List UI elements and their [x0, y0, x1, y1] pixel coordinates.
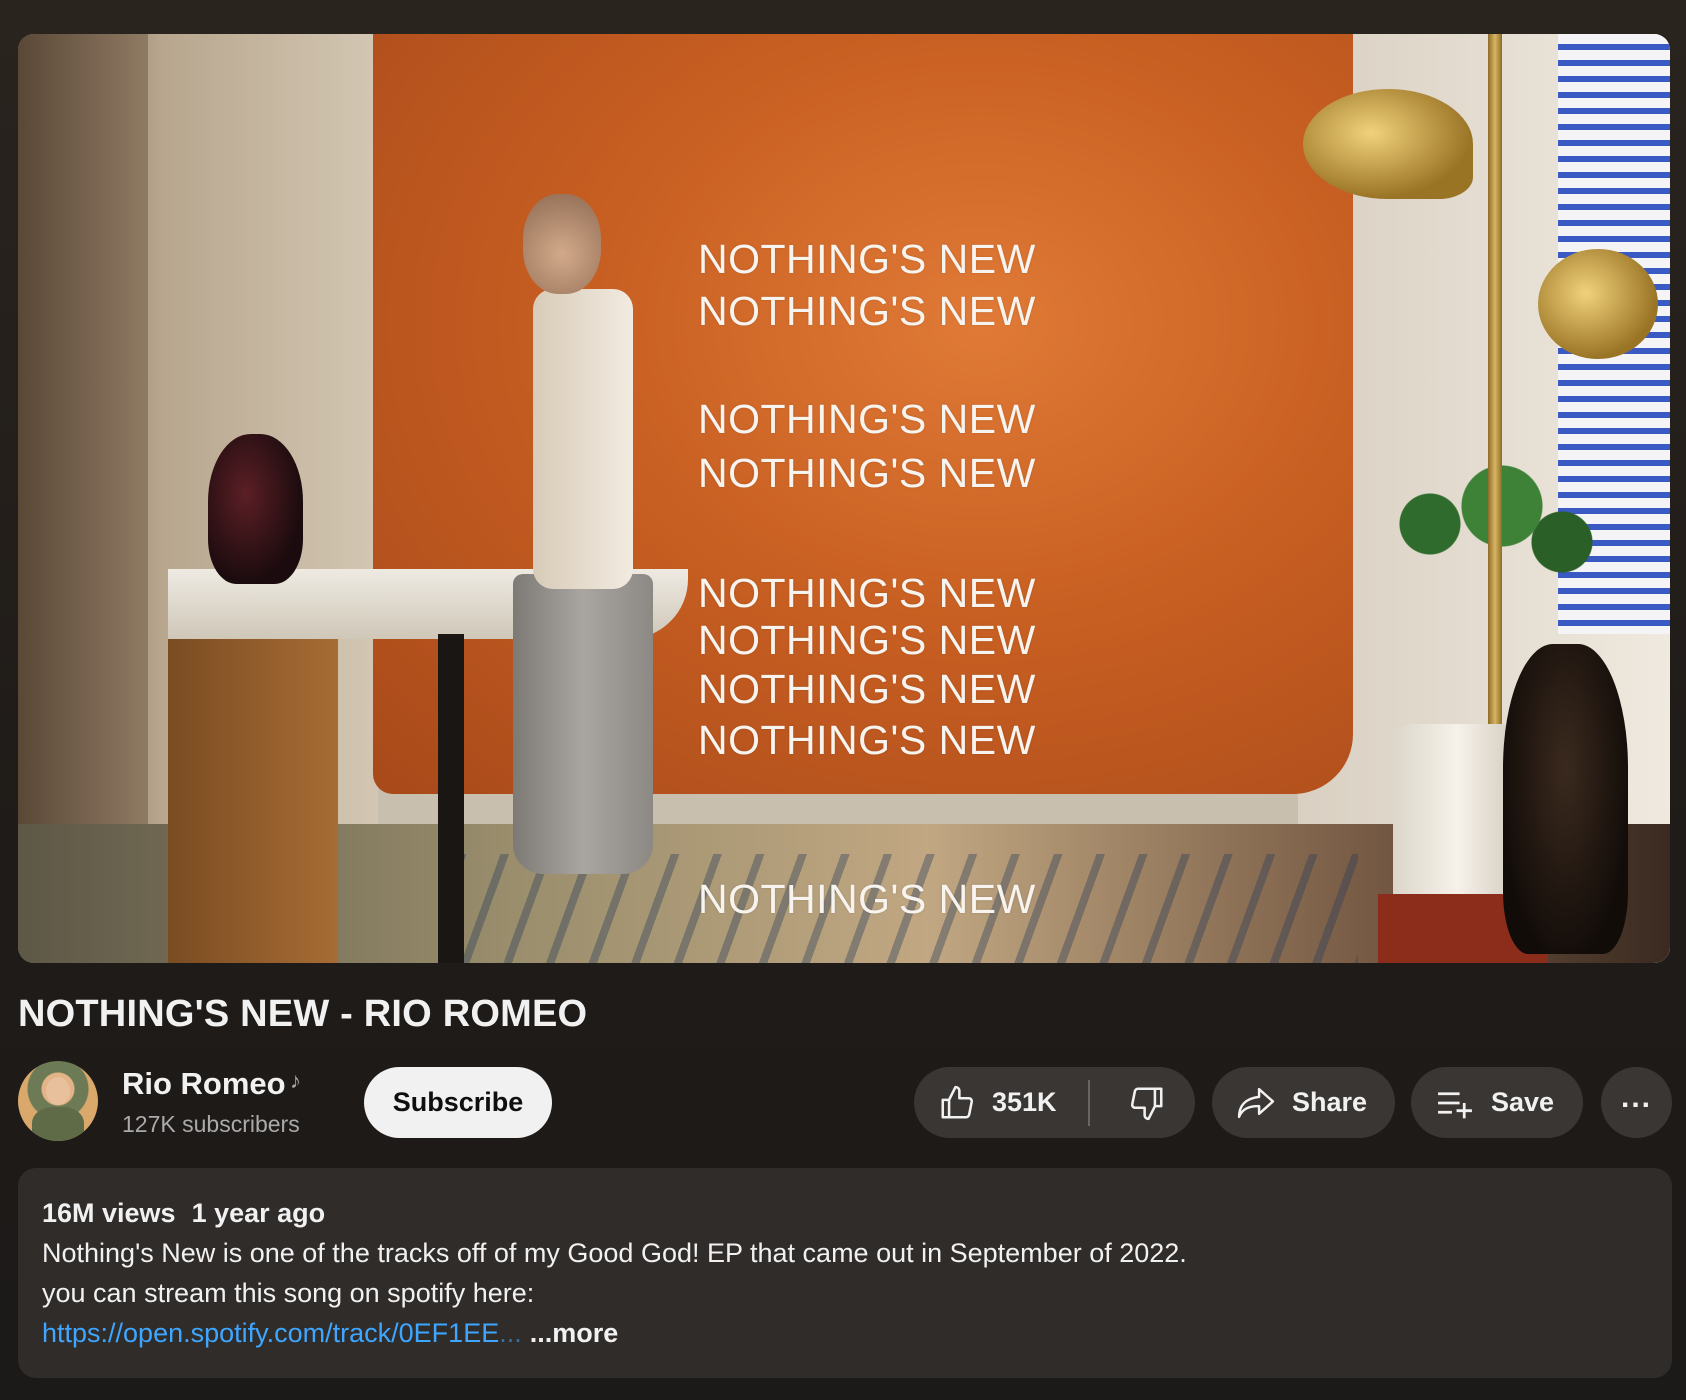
link-ellipsis: ...	[499, 1318, 522, 1348]
description-line-1: Nothing's New is one of the tracks off o…	[42, 1238, 1187, 1268]
playlist-add-icon	[1438, 1091, 1472, 1118]
lyric-line: NOTHING'S NEW	[698, 717, 1036, 763]
lyric-line: NOTHING'S NEW	[698, 396, 1036, 442]
scene-table-leg	[438, 634, 464, 963]
channel-name[interactable]: Rio Romeo	[122, 1066, 286, 1102]
lyric-line: NOTHING'S NEW	[698, 876, 1036, 922]
description-line-2: you can stream this song on spotify here…	[42, 1278, 535, 1308]
like-button[interactable]: 351K	[914, 1067, 1057, 1138]
lyric-line: NOTHING'S NEW	[698, 450, 1036, 496]
like-divider	[1088, 1080, 1090, 1126]
scene-vase	[208, 434, 303, 584]
more-actions-button[interactable]: ...	[1601, 1067, 1672, 1138]
save-label: Save	[1491, 1087, 1555, 1117]
share-button[interactable]: Share	[1212, 1067, 1395, 1138]
subscribe-button[interactable]: Subscribe	[364, 1067, 552, 1138]
scene-person	[488, 194, 658, 894]
video-title: NOTHING'S NEW - RIO ROMEO	[18, 993, 588, 1035]
upload-age: 1 year ago	[191, 1198, 326, 1228]
lyric-line: NOTHING'S NEW	[698, 617, 1036, 663]
share-arrow-icon	[1237, 1087, 1275, 1118]
more-dots-icon: ...	[1620, 1080, 1652, 1114]
video-frame	[18, 34, 1670, 963]
video-meta: 16M views 1 year ago	[42, 1198, 325, 1229]
spotify-link[interactable]: https://open.spotify.com/track/0EF1EE	[42, 1318, 499, 1348]
music-note-icon: ♪	[290, 1068, 301, 1093]
subscriber-count: 127K subscribers	[122, 1111, 300, 1137]
description-line-3: https://open.spotify.com/track/0EF1EE...…	[42, 1318, 618, 1349]
save-button[interactable]: Save	[1411, 1067, 1583, 1138]
like-count: 351K	[992, 1087, 1057, 1117]
thumbs-up-icon	[941, 1085, 974, 1119]
scene-lamp-shade-side	[1538, 249, 1658, 359]
lyric-line: NOTHING'S NEW	[698, 666, 1036, 712]
video-player[interactable]: NOTHING'S NEW NOTHING'S NEW NOTHING'S NE…	[18, 34, 1670, 963]
lyric-line: NOTHING'S NEW	[698, 288, 1036, 334]
channel-avatar[interactable]	[18, 1061, 98, 1141]
description-box[interactable]: 16M views 1 year ago Nothing's New is one…	[18, 1168, 1672, 1378]
lyric-line: NOTHING'S NEW	[698, 570, 1036, 616]
show-more-button[interactable]: ...more	[530, 1318, 619, 1348]
scene-lamp-shade-top	[1303, 89, 1473, 199]
scene-plants	[1358, 434, 1598, 614]
like-dislike-group: 351K	[914, 1067, 1195, 1138]
dislike-button[interactable]	[1112, 1067, 1182, 1138]
lyric-line: NOTHING'S NEW	[698, 236, 1036, 282]
share-label: Share	[1292, 1087, 1368, 1117]
view-count: 16M views	[42, 1198, 176, 1228]
scene-cat	[1503, 644, 1628, 954]
thumbs-down-icon	[1130, 1086, 1163, 1120]
